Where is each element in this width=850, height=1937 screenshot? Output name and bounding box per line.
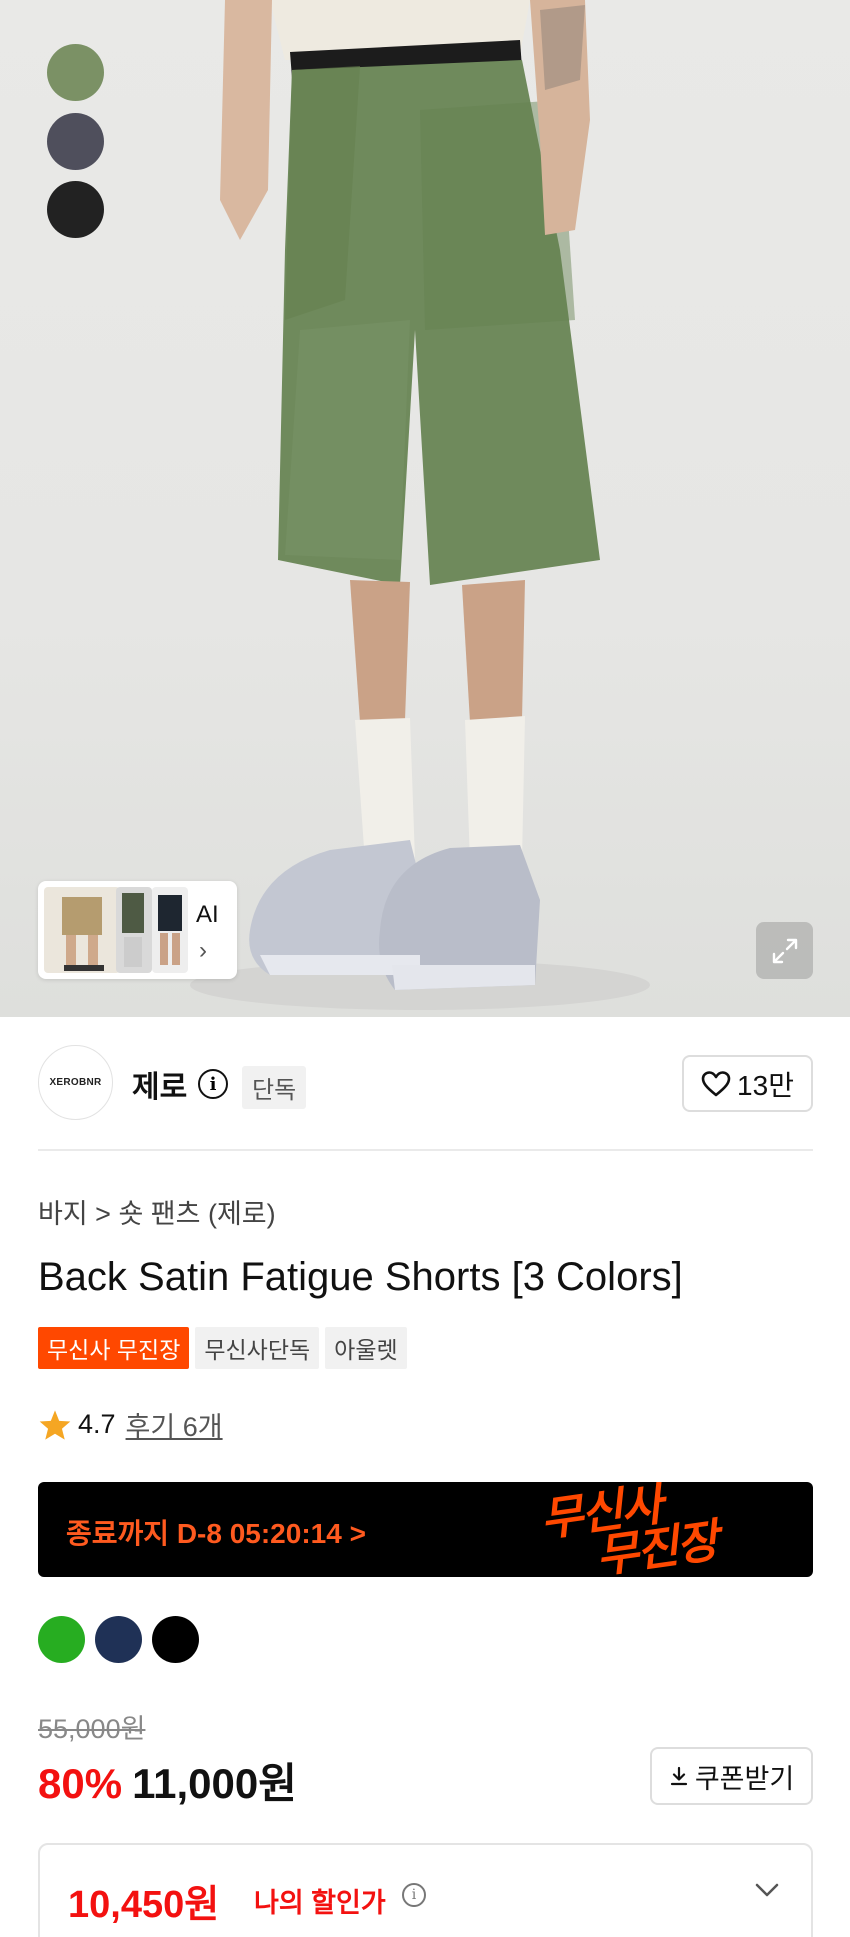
ai-recommend-card[interactable]: AI › xyxy=(38,881,237,979)
breadcrumb[interactable]: 바지 > 숏 팬츠 (제로) xyxy=(38,1192,276,1231)
original-price: 55,000원 xyxy=(38,1714,146,1744)
exclusive-tag: 단독 xyxy=(242,1066,307,1109)
countdown-text: 종료까지 D-8 05:20:14 > xyxy=(66,1518,366,1549)
ai-thumb-3 xyxy=(152,887,188,973)
heart-icon xyxy=(701,1070,731,1096)
color-option-navy[interactable] xyxy=(95,1616,142,1663)
coupon-button[interactable]: 쿠폰받기 xyxy=(650,1747,813,1805)
coupon-label: 쿠폰받기 xyxy=(694,1763,795,1794)
promo-banner[interactable]: 종료까지 D-8 05:20:14 > 무신사 무진장 xyxy=(38,1482,813,1577)
divider xyxy=(38,1149,813,1151)
brand-logo[interactable]: XEROBNR xyxy=(38,1045,113,1120)
product-image[interactable]: AI › xyxy=(0,0,850,1017)
download-icon xyxy=(670,1766,687,1786)
product-photo xyxy=(190,0,650,1010)
color-option-black[interactable] xyxy=(152,1616,199,1663)
color-swatch-charcoal[interactable] xyxy=(47,113,104,170)
product-title: Back Satin Fatigue Shorts [3 Colors] xyxy=(38,1255,683,1299)
like-button[interactable]: 13만 xyxy=(682,1055,813,1112)
expand-icon xyxy=(772,938,797,963)
like-count: 13만 xyxy=(737,1069,794,1101)
tag-outlet: 아울렛 xyxy=(325,1327,407,1369)
color-option-green[interactable] xyxy=(38,1616,85,1663)
brand-name[interactable]: 제로 xyxy=(132,1062,187,1106)
my-price-amount: 10,450원 xyxy=(68,1884,220,1926)
color-swatch-black[interactable] xyxy=(47,181,104,238)
chevron-down-icon[interactable] xyxy=(750,1873,784,1907)
brand-row: XEROBNR 제로 i 단독 13만 xyxy=(38,1045,813,1120)
ai-thumb-2 xyxy=(116,887,152,973)
mujinjang-logo: 무신사 무진장 xyxy=(537,1482,720,1577)
rating-value: 4.7 xyxy=(78,1409,116,1439)
ai-thumb-1 xyxy=(44,887,120,973)
rating-row: 4.7 후기 6개 xyxy=(38,1405,223,1444)
info-icon[interactable]: i xyxy=(402,1883,426,1907)
logo-line-2: 무진장 xyxy=(592,1513,720,1577)
chevron-right-icon: › xyxy=(199,937,207,964)
tag-exclusive: 무신사단독 xyxy=(195,1327,320,1369)
ai-label: AI xyxy=(196,901,219,928)
info-icon[interactable]: i xyxy=(198,1069,228,1099)
color-options xyxy=(38,1616,199,1663)
color-swatch-olive[interactable] xyxy=(47,44,104,101)
sale-price: 11,000원 xyxy=(132,1760,297,1807)
discount-rate: 80% xyxy=(38,1760,123,1807)
expand-button[interactable] xyxy=(756,922,813,979)
review-link[interactable]: 후기 6개 xyxy=(126,1405,223,1444)
brand-logo-text: XEROBNR xyxy=(49,1077,102,1088)
price-row: 80% 11,000원 xyxy=(38,1750,297,1811)
my-price-label: 나의 할인가 xyxy=(254,1888,386,1918)
my-discount-price-panel[interactable]: 10,450원 나의 할인가 i xyxy=(38,1843,813,1937)
star-icon xyxy=(39,1409,71,1440)
tag-mujinjang: 무신사 무진장 xyxy=(38,1327,190,1369)
tag-list: 무신사 무진장 무신사단독 아울렛 xyxy=(38,1327,407,1369)
